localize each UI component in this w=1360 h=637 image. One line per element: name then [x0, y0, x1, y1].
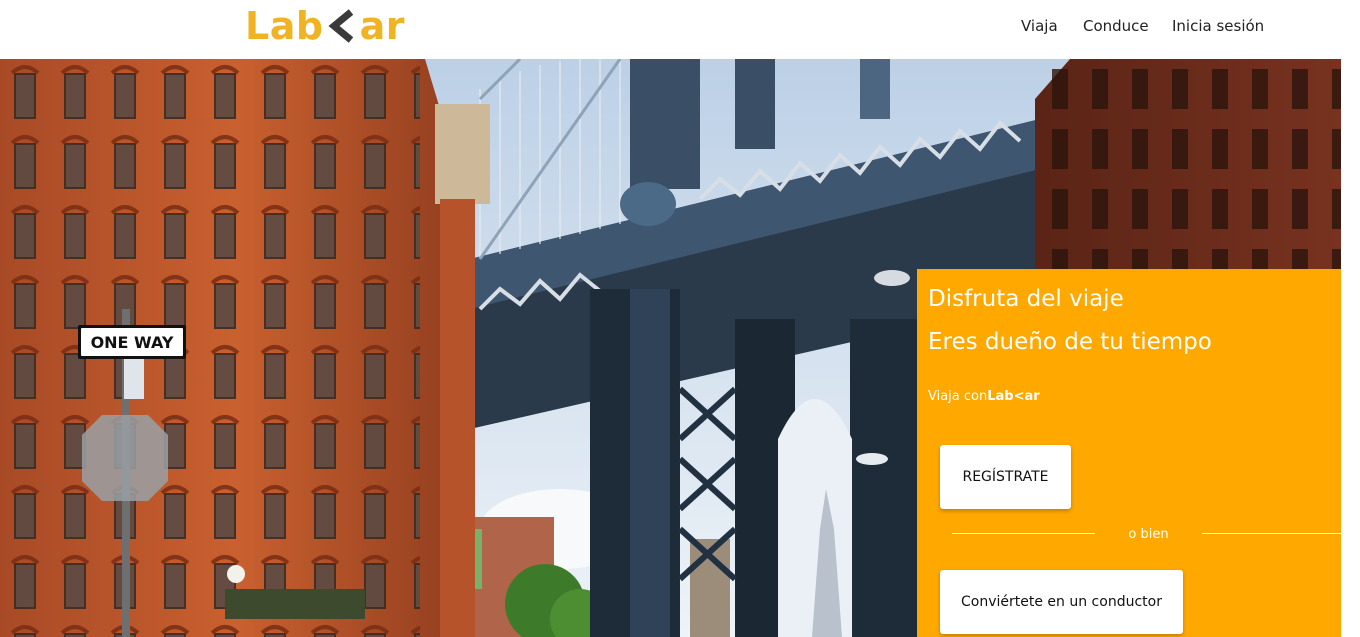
- one-way-sign-text: ONE WAY: [91, 333, 174, 352]
- cta-title-1: Disfruta del viaje: [928, 286, 1124, 312]
- logo-text-left: Lab: [245, 4, 324, 48]
- signup-cta-panel: Disfruta del viaje Eres dueño de tu tiem…: [917, 269, 1341, 637]
- divider-line-right: [1202, 533, 1341, 534]
- page-scrollbar[interactable]: [1341, 59, 1360, 637]
- divider-label: o bien: [1128, 527, 1169, 542]
- logo-chevron-icon: [326, 4, 358, 48]
- nav-link-viaja[interactable]: Viaja: [1021, 17, 1058, 35]
- nav-link-inicia-sesion[interactable]: Inicia sesión: [1172, 17, 1264, 35]
- nav-link-conduce[interactable]: Conduce: [1083, 17, 1149, 35]
- logo-text-right: ar: [359, 4, 405, 48]
- register-button[interactable]: REGÍSTRATE: [940, 445, 1071, 509]
- become-driver-button[interactable]: Conviértete en un conductor: [940, 570, 1183, 634]
- cta-subtitle-prefix: Viaja con: [928, 389, 988, 404]
- brand-logo[interactable]: Lab ar: [245, 4, 405, 48]
- divider-line-left: [952, 533, 1095, 534]
- cta-subtitle: Viaja conLab<ar: [928, 389, 1040, 404]
- top-navbar: Lab ar Viaja Conduce Inicia sesión: [0, 0, 1360, 59]
- cta-subtitle-brand: Lab<ar: [987, 389, 1040, 404]
- cta-title-2: Eres dueño de tu tiempo: [928, 329, 1212, 355]
